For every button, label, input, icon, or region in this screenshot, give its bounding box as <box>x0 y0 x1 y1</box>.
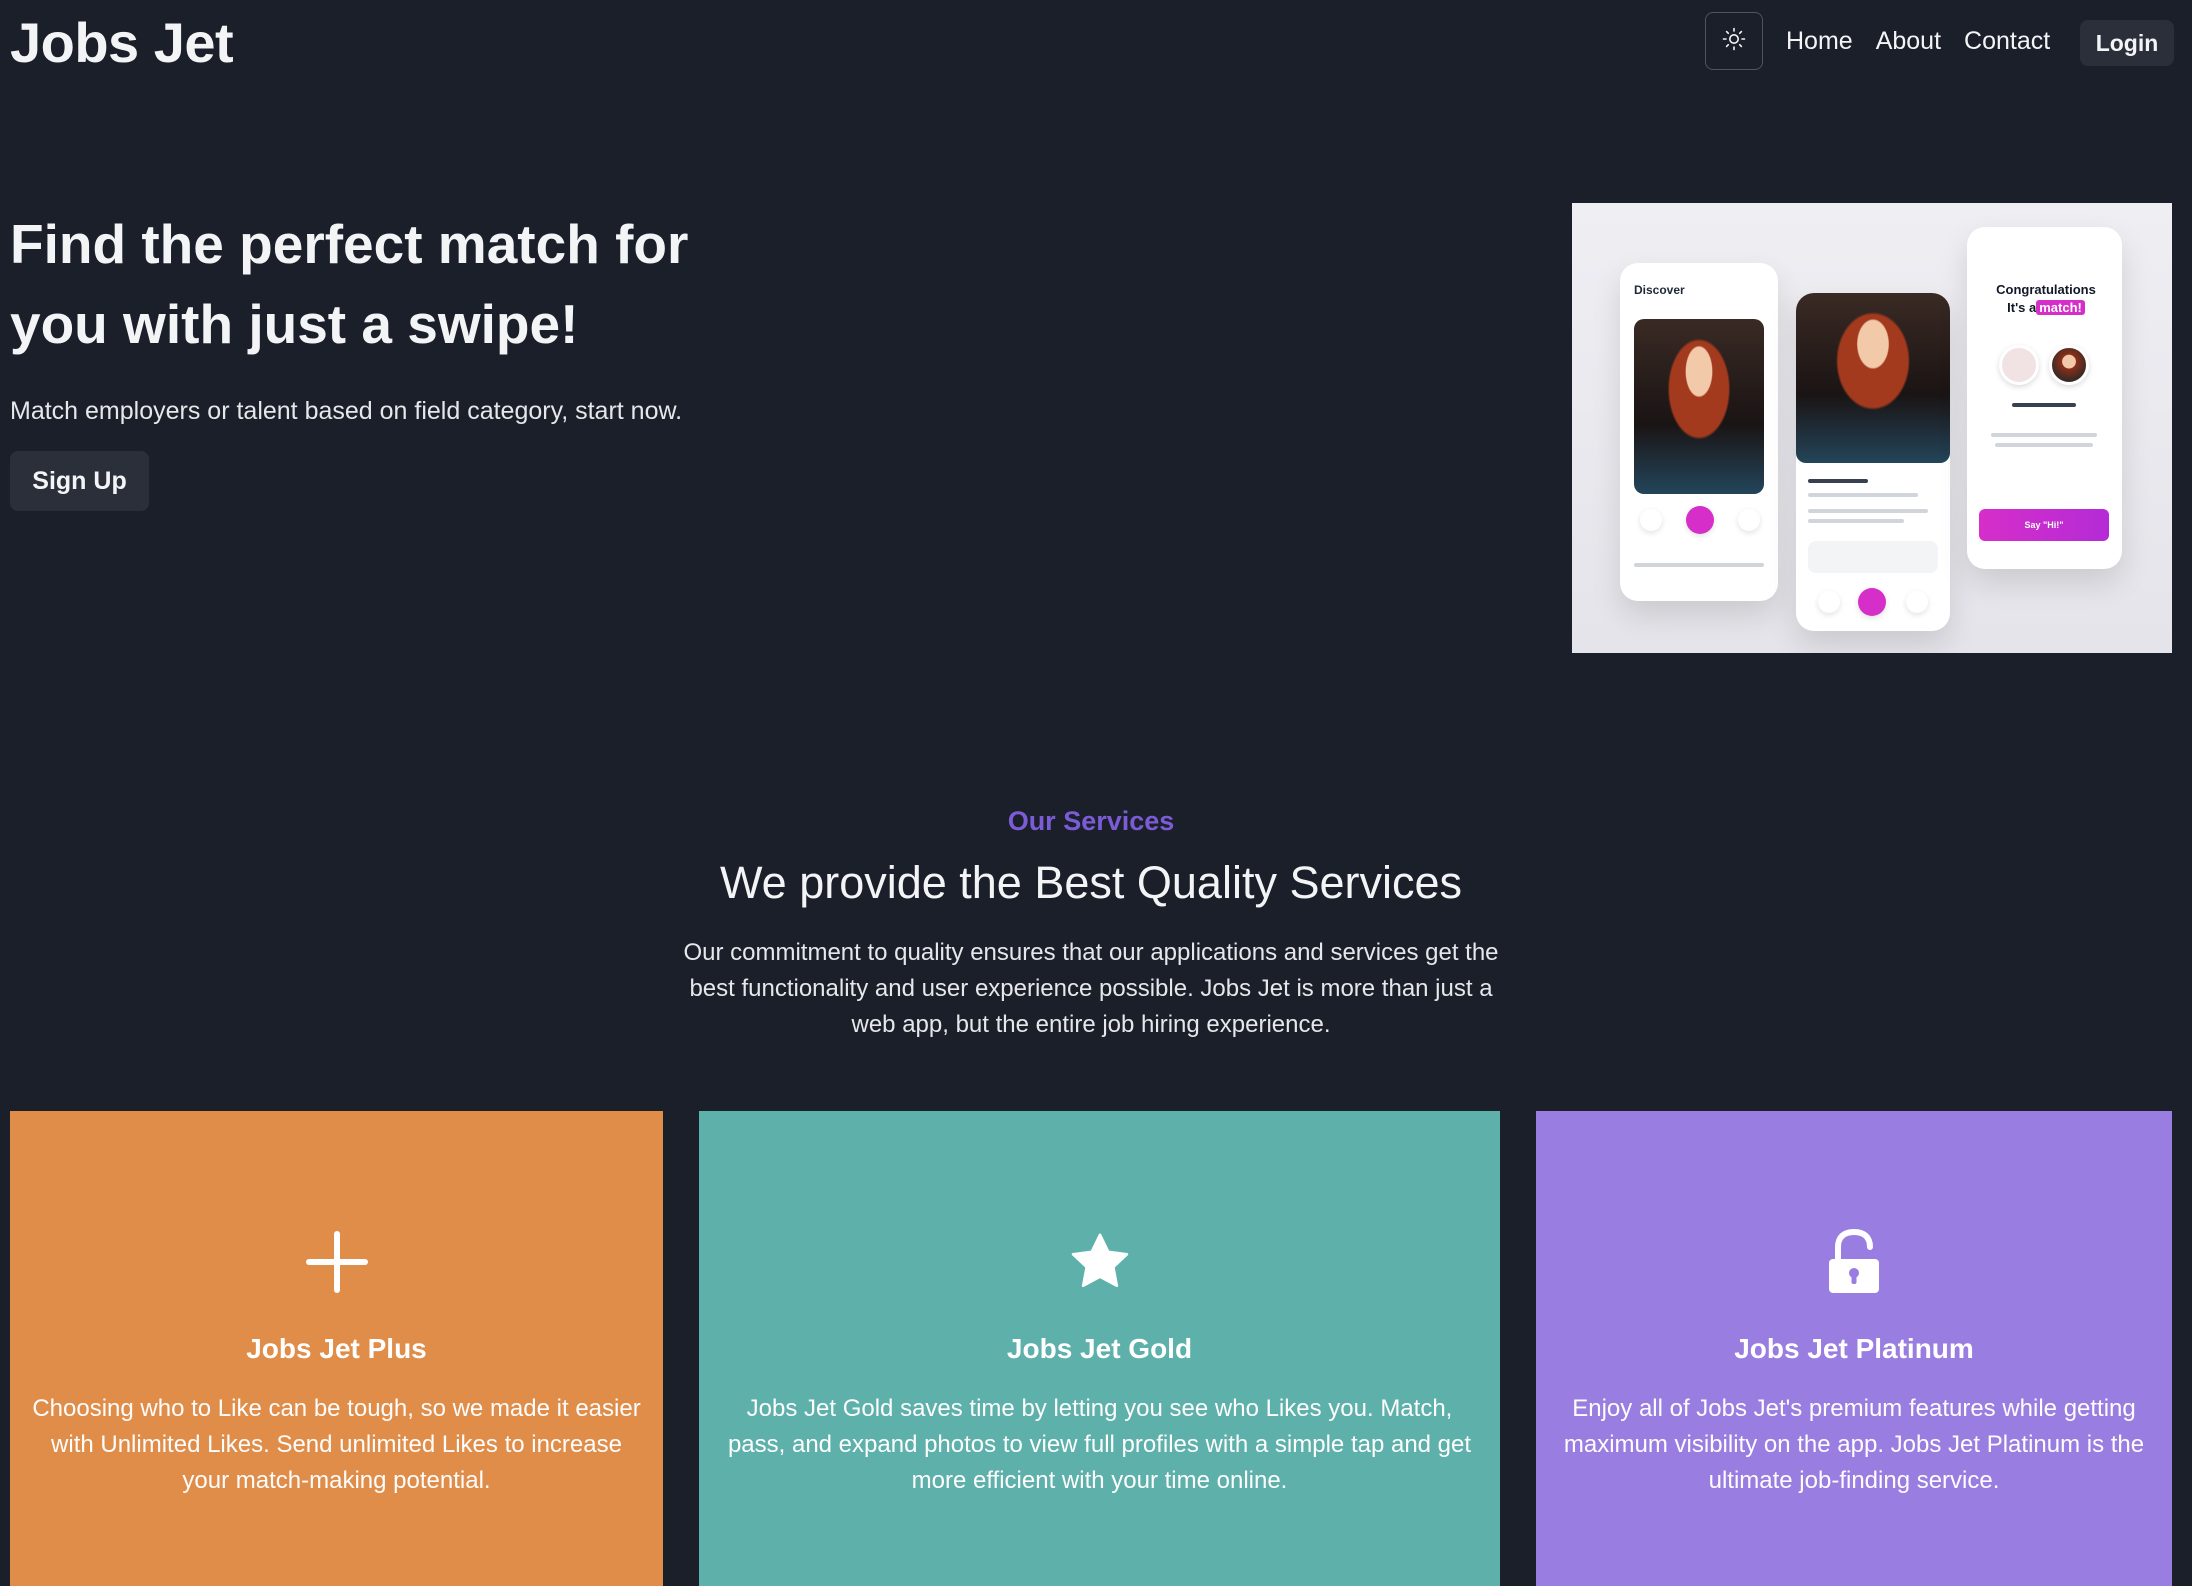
service-card-description: Jobs Jet Gold saves time by letting you … <box>727 1395 1472 1494</box>
services-title: We provide the Best Quality Services <box>720 857 1462 908</box>
profile-photo <box>1796 293 1950 463</box>
service-card-plus[interactable]: Jobs Jet Plus Choosing who to Like can b… <box>10 1111 663 1586</box>
dislike-icon <box>1640 509 1662 531</box>
phone-discover: Discover <box>1620 263 1778 601</box>
site-header: Jobs Jet Home About Contact Login <box>0 0 2192 88</box>
signup-button[interactable]: Sign Up <box>10 451 149 511</box>
service-card-title: Jobs Jet Platinum <box>1734 1333 1974 1364</box>
service-card-title: Jobs Jet Plus <box>246 1333 427 1364</box>
congrats-prefix: It's a <box>2007 300 2037 315</box>
brand-logo[interactable]: Jobs Jet <box>10 8 234 78</box>
avatar <box>2049 345 2089 385</box>
phone-discover-heading: Discover <box>1634 283 1685 297</box>
hero-subtitle: Match employers or talent based on field… <box>10 397 683 425</box>
service-card-platinum[interactable]: Jobs Jet Platinum Enjoy all of Jobs Jet'… <box>1536 1111 2172 1586</box>
heart-icon <box>1858 588 1886 616</box>
services-eyebrow: Our Services <box>1007 806 1175 836</box>
hero-app-mockup-image: Discover Congratulations It's a match! S… <box>1572 203 2172 653</box>
service-card-title: Jobs Jet Gold <box>1006 1333 1193 1364</box>
nav-home-link[interactable]: Home <box>1786 22 1853 60</box>
sun-icon <box>1722 27 1746 56</box>
match-congrats-text: Congratulations It's a match! <box>1981 281 2111 317</box>
match-text-line <box>1991 433 2097 437</box>
service-card-description: Choosing who to Like can be tough, so we… <box>32 1395 641 1494</box>
dislike-icon <box>1818 591 1840 613</box>
unlock-icon <box>1818 1226 1890 1298</box>
congrats-line: It's a match! <box>1981 299 2111 317</box>
main-nav: Home About Contact <box>1786 22 2050 60</box>
match-name-line <box>2012 403 2076 407</box>
avatar <box>1999 345 2039 385</box>
services-description: Our commitment to quality ensures that o… <box>683 939 1499 1038</box>
star-icon <box>1064 1226 1136 1298</box>
plus-icon <box>301 1226 373 1298</box>
service-card-gold[interactable]: Jobs Jet Gold Jobs Jet Gold saves time b… <box>699 1111 1500 1586</box>
login-button[interactable]: Login <box>2080 20 2174 66</box>
match-pill: match! <box>2036 300 2085 315</box>
profile-detail-line <box>1808 493 1918 497</box>
service-card-description: Enjoy all of Jobs Jet's premium features… <box>1563 1395 2145 1494</box>
profile-bio-line <box>1808 519 1904 523</box>
phone-profile <box>1796 293 1950 631</box>
profile-photo <box>1634 319 1764 494</box>
nav-about-link[interactable]: About <box>1876 22 1941 60</box>
match-text-line <box>1995 443 2093 447</box>
congrats-line: Congratulations <box>1996 282 2096 297</box>
star-icon <box>1738 509 1760 531</box>
profile-bio-line <box>1808 509 1928 513</box>
star-icon <box>1906 591 1928 613</box>
theme-toggle-button[interactable] <box>1705 12 1763 70</box>
say-hi-button: Say "Hi!" <box>1979 509 2109 541</box>
hero-title: Find the perfect match for you with just… <box>10 213 689 355</box>
phone-match: Congratulations It's a match! Say "Hi!" <box>1967 227 2122 569</box>
profile-name-line <box>1808 479 1868 483</box>
phone-nav-bar <box>1634 563 1764 567</box>
nav-contact-link[interactable]: Contact <box>1964 22 2050 60</box>
interest-chip <box>1808 541 1938 573</box>
heart-icon <box>1686 506 1714 534</box>
